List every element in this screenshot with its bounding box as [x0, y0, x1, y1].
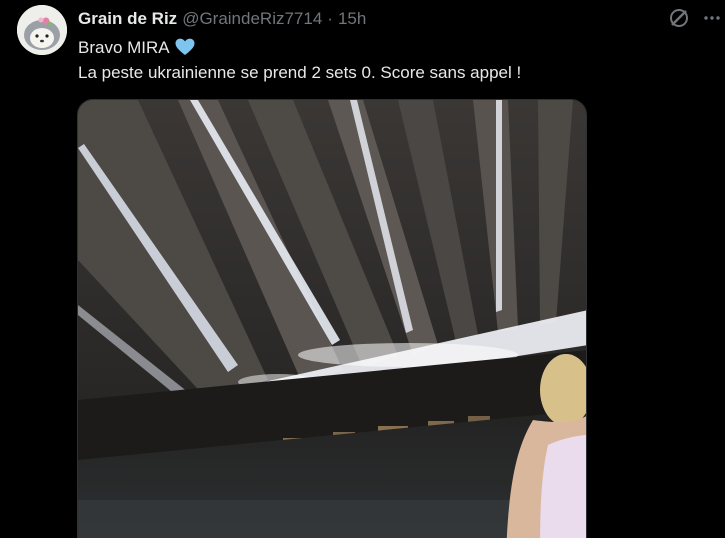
video-thumbnail[interactable] — [77, 99, 587, 538]
author-name[interactable]: Grain de Riz — [78, 9, 177, 29]
stadium-roof-image — [78, 100, 586, 538]
more-icon[interactable] — [700, 6, 724, 30]
separator-dot: · — [327, 9, 333, 28]
tweet-text-bravo: Bravo MIRA — [78, 38, 169, 57]
grok-icon[interactable] — [667, 6, 691, 30]
author-avatar[interactable] — [17, 5, 67, 55]
tweet[interactable]: Grain de Riz @GraindeRiz7714 · 15h Bravo… — [0, 0, 725, 538]
tweet-text-line-2: La peste ukrainienne se prend 2 sets 0. … — [78, 63, 522, 82]
author-handle[interactable]: @GraindeRiz7714 — [182, 9, 322, 29]
hedgehog-avatar-icon — [17, 5, 67, 55]
tweet-text: Bravo MIRA La peste ukrainienne se prend… — [78, 35, 698, 85]
tweet-text-line-1: Bravo MIRA — [78, 35, 698, 60]
tweet-header: Grain de Riz @GraindeRiz7714 · 15h — [78, 8, 366, 30]
blue-heart-icon — [175, 38, 195, 56]
tweet-timestamp[interactable]: 15h — [338, 9, 366, 29]
